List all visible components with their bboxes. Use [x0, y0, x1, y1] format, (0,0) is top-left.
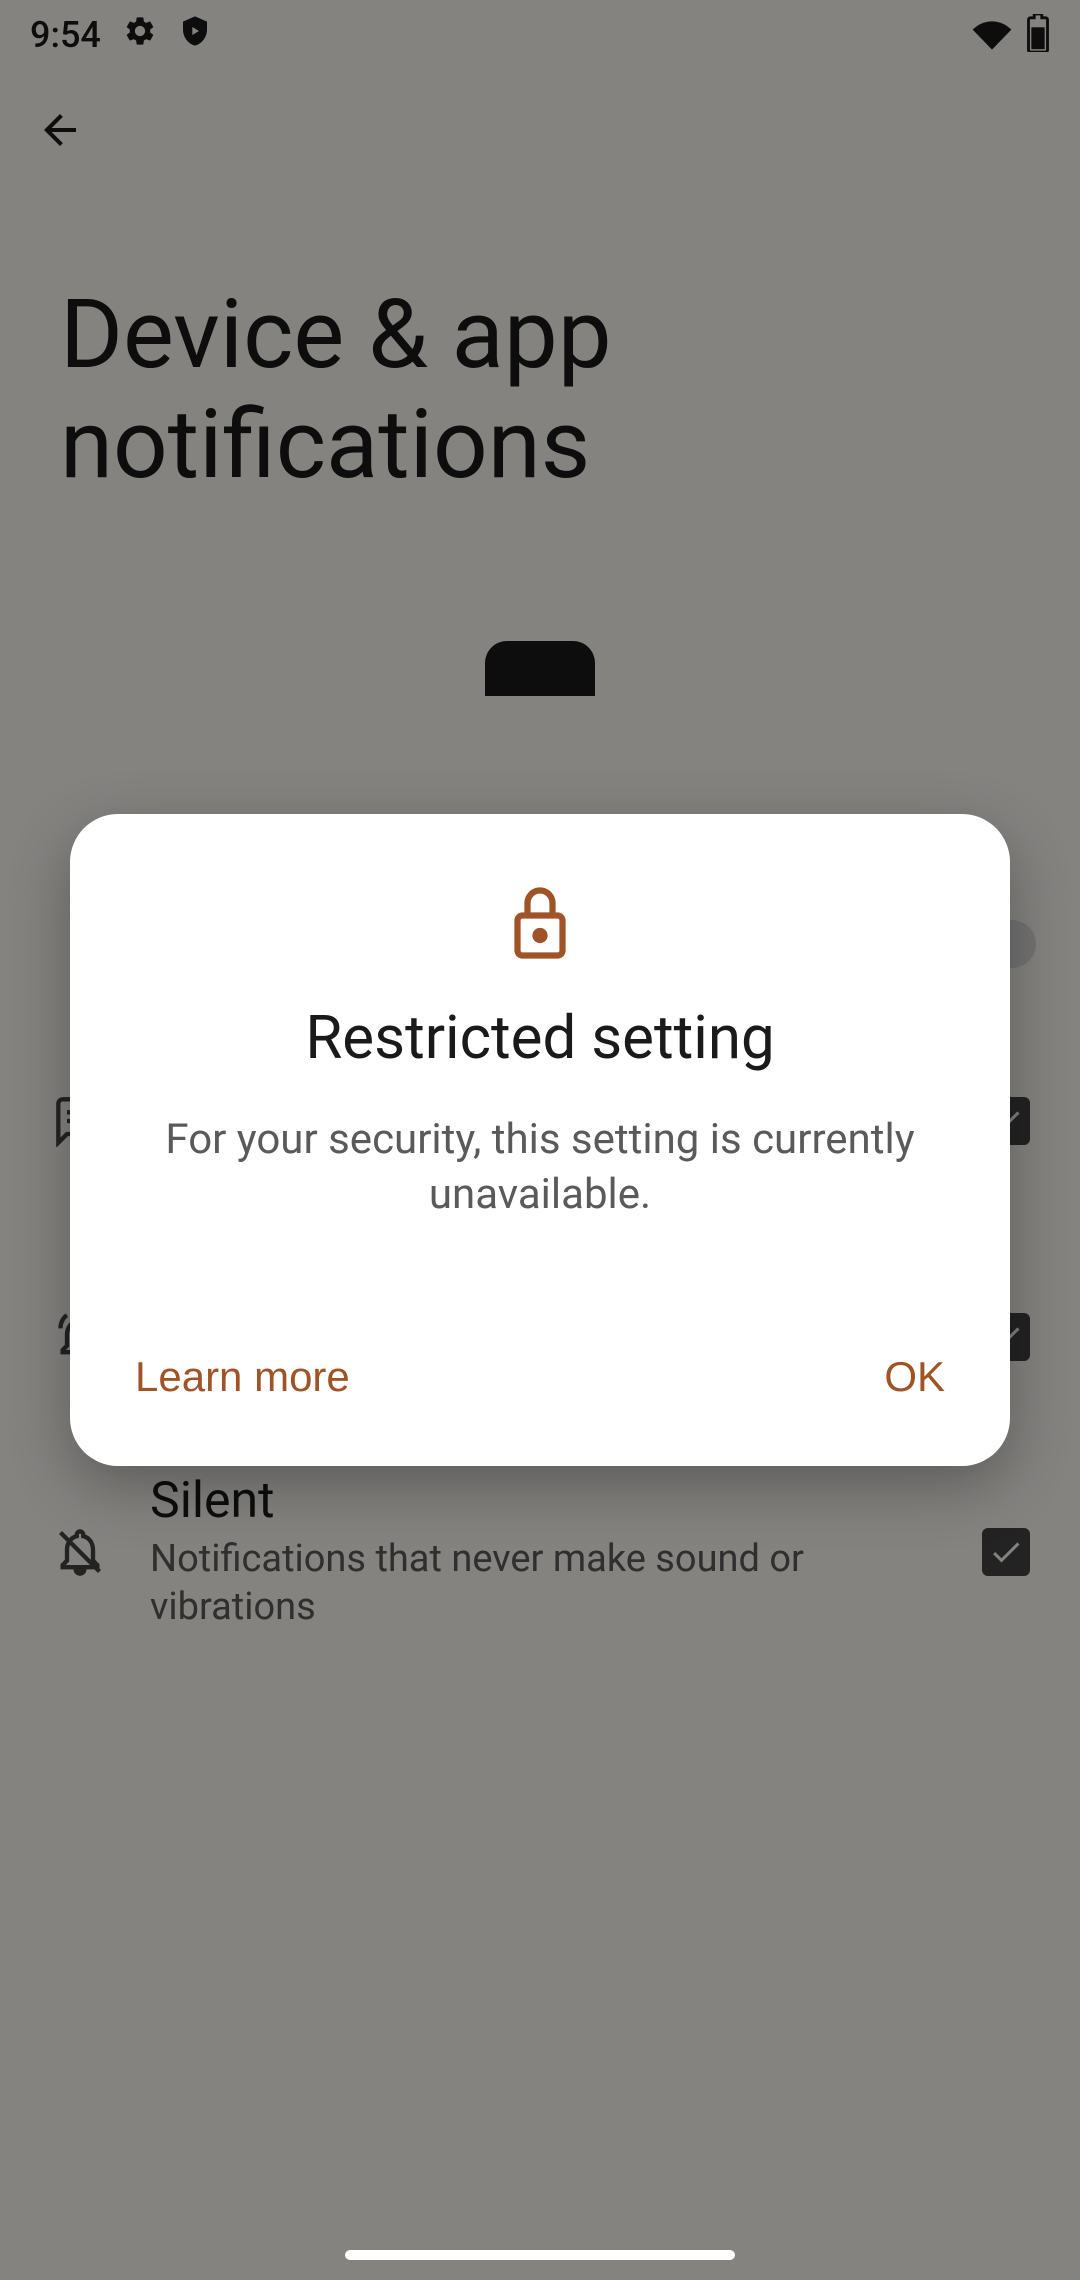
dialog-body: For your security, this setting is curre…: [130, 1113, 950, 1222]
nav-pill[interactable]: [345, 2250, 735, 2260]
modal-overlay[interactable]: Restricted setting For your security, th…: [0, 0, 1080, 2280]
ok-button[interactable]: OK: [879, 1343, 950, 1411]
dialog-title: Restricted setting: [130, 1002, 950, 1073]
lock-icon: [130, 884, 950, 962]
restricted-dialog: Restricted setting For your security, th…: [70, 814, 1010, 1465]
navigation-bar: [0, 2250, 1080, 2260]
dialog-actions: Learn more OK: [130, 1343, 950, 1411]
learn-more-button[interactable]: Learn more: [130, 1343, 355, 1411]
